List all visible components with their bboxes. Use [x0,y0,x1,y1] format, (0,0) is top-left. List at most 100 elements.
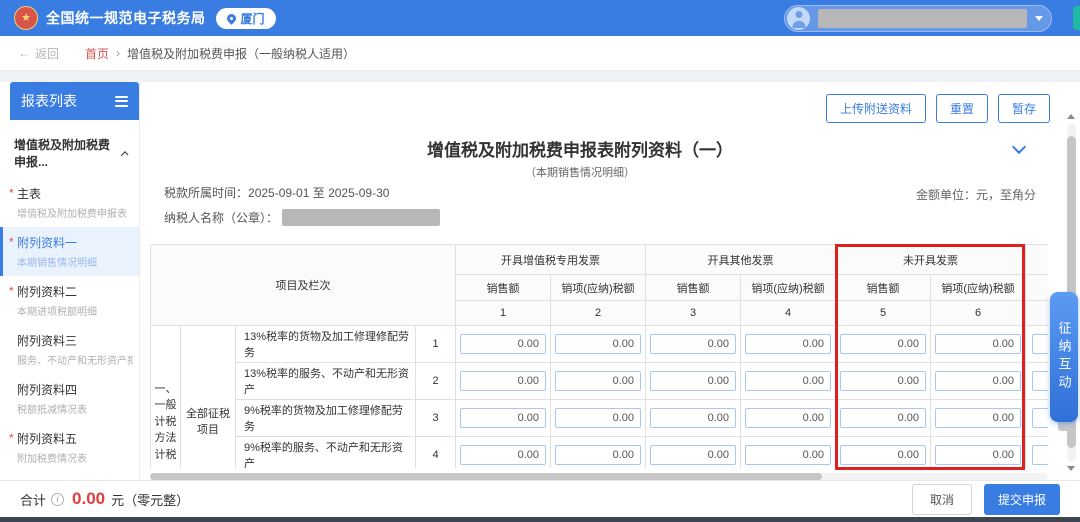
amount-input-r4c1[interactable] [460,445,546,465]
declaration-table-wrap: 项目及栏次 开具增值税专用发票 开具其他发票 未开具发票 销售额 销项(应纳)税… [150,244,1048,468]
side-widget-sliver[interactable] [1073,6,1080,30]
sidebar-title: 报表列表 [21,91,77,111]
page-title: 增值税及附加税费申报表附列资料（一） [140,136,1020,161]
location-badge[interactable]: 厦门 [216,8,276,29]
sidebar-item-label: 附列资料二 [17,283,133,300]
amount-input-r1c7[interactable] [1032,334,1049,354]
sidebar-item-main-form[interactable]: * 主表 增值税及附加税费申报表 [0,178,139,227]
amount-input-r1c5[interactable] [840,334,926,354]
amount-input-r2c1[interactable] [460,371,546,391]
sidebar-item-sub: 附加税费情况表 [17,450,133,465]
sidebar-item-appendix-4[interactable]: 附列资料四 税额抵减情况表 [0,374,139,423]
amount-unit-note: 金额单位：元，至角分 [916,186,1036,203]
col-header-sales-3: 销售额 [836,275,931,301]
user-avatar-icon [787,7,810,30]
amount-input-r4c4[interactable] [745,445,831,465]
bottom-edge [0,517,1080,522]
amount-input-r2c7[interactable] [1032,371,1049,391]
submit-declaration-button[interactable]: 提交申报 [984,484,1060,515]
sidebar-item-label: 附列资料五 [17,430,133,447]
back-button[interactable]: ← 返回 [18,45,59,62]
amount-input-r4c7[interactable] [1032,445,1049,465]
tax-period-label: 税款所属时间： [164,186,248,200]
amount-input-r4c2[interactable] [555,445,641,465]
required-star: * [9,284,14,298]
col-number: 2 [551,301,646,326]
amount-input-r1c6[interactable] [935,334,1021,354]
col-number: 4 [741,301,836,326]
amount-input-r2c6[interactable] [935,371,1021,391]
sidebar-item-appendix-1[interactable]: * 附列资料一 本期销售情况明细 [0,227,139,276]
horizontal-scrollbar[interactable] [150,473,1048,480]
amount-input-r2c4[interactable] [745,371,831,391]
amount-input-r1c1[interactable] [460,334,546,354]
col-number: 3 [646,301,741,326]
breadcrumb-current: 增值税及附加税费申报（一般纳税人适用） [127,45,355,62]
col-group-no-invoice: 未开具发票 [836,245,1026,275]
amount-input-r4c5[interactable] [840,445,926,465]
col-group-other-invoice: 开具其他发票 [646,245,836,275]
report-list-sidebar: 报表列表 增值税及附加税费申报... * 主表 增值税及附加税费申报表 * 附列… [0,82,140,480]
breadcrumb-home-link[interactable]: 首页 [85,45,109,62]
amount-input-r2c3[interactable] [650,371,736,391]
amount-input-r3c1[interactable] [460,408,546,428]
sidebar-item-appendix-3[interactable]: 附列资料三 服务、不动产和无形资产扣.. [0,325,139,374]
collapse-list-icon[interactable] [115,96,128,107]
sidebar-item-label: 附列资料四 [17,381,133,398]
scroll-down-icon[interactable] [1067,466,1075,471]
national-emblem-logo: ★ [14,6,38,30]
account-menu[interactable] [784,5,1052,32]
total-value: 0.00 [72,489,105,509]
cancel-button[interactable]: 取消 [912,484,972,515]
sidebar-header: 报表列表 [10,82,139,120]
circle-info-icon[interactable] [51,493,64,506]
amount-input-r3c4[interactable] [745,408,831,428]
upload-attachments-button[interactable]: 上传附送资料 [826,94,926,123]
location-pin-icon [225,12,238,25]
save-draft-button[interactable]: 暂存 [998,94,1050,123]
sidebar-group-toggle[interactable]: 增值税及附加税费申报... [0,120,139,178]
location-label: 厦门 [241,10,265,27]
row-label: 13%税率的服务、不动产和无形资产 [236,363,416,400]
amount-input-r4c6[interactable] [935,445,1021,465]
account-name-redacted [818,9,1027,28]
amount-input-r3c3[interactable] [650,408,736,428]
sidebar-item-appendix-5[interactable]: * 附列资料五 附加税费情况表 [0,423,139,472]
tax-period-value: 2025-09-01 至 2025-09-30 [248,186,389,200]
amount-input-r1c3[interactable] [650,334,736,354]
form-toolbar: 上传附送资料 重置 暂存 [826,94,1050,123]
declaration-table: 项目及栏次 开具增值税专用发票 开具其他发票 未开具发票 销售额 销项(应纳)税… [150,244,1048,468]
back-label: 返回 [35,45,59,62]
horizontal-scroll-thumb[interactable] [150,473,822,480]
sidebar-item-label: 主表 [17,185,133,202]
row-number: 2 [416,363,456,400]
tax-period-row: 税款所属时间：2025-09-01 至 2025-09-30 [164,184,389,201]
col-number: 6 [931,301,1026,326]
amount-input-r4c3[interactable] [650,445,736,465]
breadcrumb-bar: ← 返回 首页 › 增值税及附加税费申报（一般纳税人适用） [0,36,1080,70]
amount-input-r3c5[interactable] [840,408,926,428]
required-star: * [9,235,14,249]
sidebar-item-label: 附列资料三 [17,332,133,349]
sidebar-item-sub: 增值税及附加税费申报表 [17,205,133,220]
top-header: ★ 全国统一规范电子税务局 厦门 [0,0,1080,36]
interaction-float-tab[interactable]: 征纳互动 [1050,292,1078,422]
amount-input-r2c2[interactable] [555,371,641,391]
float-tab-handle[interactable] [1058,421,1071,431]
amount-input-r3c6[interactable] [935,408,1021,428]
taxpayer-label: 纳税人名称（公章）： [164,209,278,226]
amount-input-r3c7[interactable] [1032,408,1049,428]
row-number: 3 [416,400,456,437]
col-number-clipped [1026,301,1049,326]
footer-bar: 合计 0.00 元（零元整） 取消 提交申报 [0,480,1080,517]
arrow-left-icon: ← [18,46,30,60]
amount-input-r1c4[interactable] [745,334,831,354]
amount-input-r2c5[interactable] [840,371,926,391]
col-header-clipped [1026,275,1049,301]
scroll-up-icon[interactable] [1067,114,1075,119]
amount-input-r1c2[interactable] [555,334,641,354]
amount-input-r3c2[interactable] [555,408,641,428]
sidebar-item-appendix-2[interactable]: * 附列资料二 本期进项税额明细 [0,276,139,325]
reset-button[interactable]: 重置 [936,94,988,123]
col-group-clipped [1026,245,1049,275]
